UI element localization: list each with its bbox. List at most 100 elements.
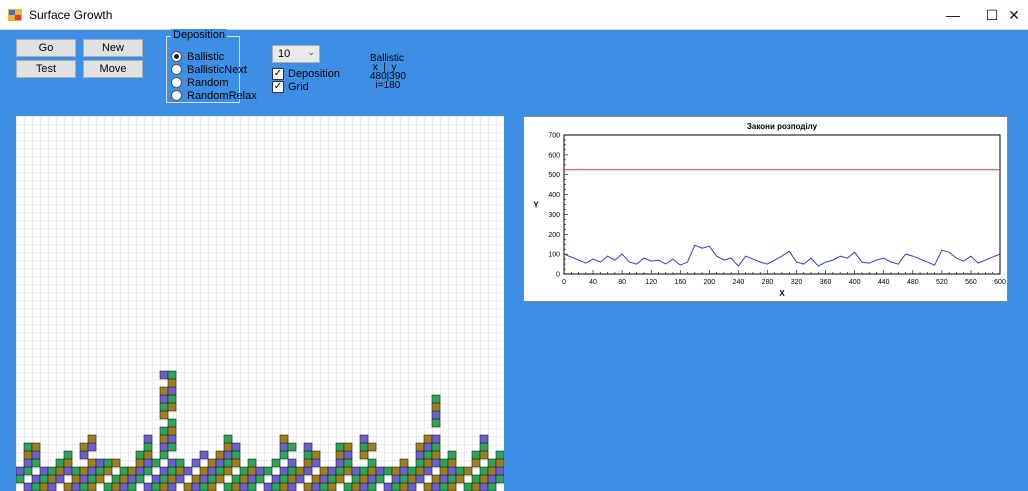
- deposited-particle: [391, 466, 401, 476]
- deposited-particle: [263, 466, 273, 476]
- x-tick-label: 320: [791, 279, 803, 286]
- radio-random-relax[interactable]: RandomRelax: [171, 89, 257, 102]
- deposited-particle: [127, 482, 137, 491]
- deposited-particle: [223, 482, 233, 491]
- deposited-particle: [87, 434, 97, 444]
- deposited-particle: [423, 458, 433, 468]
- deposited-particle: [423, 434, 433, 444]
- deposited-particle: [175, 466, 185, 476]
- deposited-particle: [79, 466, 89, 476]
- deposited-particle: [231, 442, 241, 452]
- deposited-particle: [167, 458, 177, 468]
- deposited-particle: [215, 450, 225, 460]
- deposited-particle: [359, 466, 369, 476]
- deposited-particle: [159, 386, 169, 396]
- deposited-particle: [31, 458, 41, 468]
- deposited-particle: [223, 458, 233, 468]
- deposited-particle: [487, 482, 497, 491]
- y-tick-label: 200: [548, 232, 560, 239]
- deposited-particle: [383, 482, 393, 491]
- close-button[interactable]: ✕: [1000, 0, 1028, 30]
- deposited-particle: [415, 466, 425, 476]
- deposited-particle: [383, 466, 393, 476]
- deposited-particle: [167, 466, 177, 476]
- deposited-particle: [367, 482, 377, 491]
- x-tick-label: 0: [562, 279, 566, 286]
- deposited-particle: [431, 394, 441, 404]
- deposited-particle: [215, 458, 225, 468]
- deposited-particle: [159, 402, 169, 412]
- deposited-particle: [223, 450, 233, 460]
- deposited-particle: [231, 458, 241, 468]
- deposited-particle: [311, 458, 321, 468]
- step-combo[interactable]: 10 ⌄: [272, 45, 320, 63]
- deposited-particle: [79, 450, 89, 460]
- radio-label: Ballistic: [187, 50, 225, 63]
- deposited-particle: [343, 482, 353, 491]
- deposited-particle: [439, 482, 449, 491]
- deposited-particle: [167, 434, 177, 444]
- deposited-particle: [287, 466, 297, 476]
- deposited-particle: [87, 458, 97, 468]
- x-tick-label: 600: [994, 279, 1006, 286]
- deposited-particle: [359, 482, 369, 491]
- deposited-particle: [199, 482, 209, 491]
- radio-button-icon[interactable]: [171, 77, 182, 88]
- deposited-particle: [415, 458, 425, 468]
- deposited-particle: [463, 466, 473, 476]
- info-iteration: i=180: [370, 80, 401, 91]
- deposited-particle: [39, 482, 49, 491]
- deposited-particle: [119, 474, 129, 484]
- deposited-particle: [359, 442, 369, 452]
- radio-button-icon[interactable]: [171, 90, 182, 101]
- deposited-particle: [63, 458, 73, 468]
- radio-button-icon[interactable]: [171, 51, 182, 62]
- radio-ballistic[interactable]: Ballistic: [171, 50, 224, 63]
- deposited-particle: [279, 450, 289, 460]
- deposited-particle: [263, 482, 273, 491]
- chart-title: Закони розподілу: [747, 122, 818, 131]
- deposited-particle: [367, 466, 377, 476]
- deposited-particle: [71, 482, 81, 491]
- radio-label: BallisticNext: [187, 63, 247, 76]
- checkbox-checked-icon[interactable]: ✓: [272, 67, 284, 80]
- deposited-particle: [399, 474, 409, 484]
- deposited-particle: [359, 474, 369, 484]
- new-button[interactable]: New: [83, 39, 143, 57]
- deposited-particle: [271, 474, 281, 484]
- deposited-particle: [423, 442, 433, 452]
- deposition-grid-panel[interactable]: [16, 116, 504, 491]
- deposited-particle: [463, 482, 473, 491]
- radio-ballistic-next[interactable]: BallisticNext: [171, 63, 247, 76]
- deposited-particle: [231, 482, 241, 491]
- go-button[interactable]: Go: [16, 39, 76, 57]
- window-title: Surface Growth: [29, 8, 113, 22]
- chevron-down-icon[interactable]: ⌄: [307, 47, 315, 58]
- deposited-particle: [207, 482, 217, 491]
- deposited-particle: [47, 474, 57, 484]
- deposited-particle: [175, 474, 185, 484]
- deposited-particle: [303, 482, 313, 491]
- x-tick-label: 400: [849, 279, 861, 286]
- deposited-particle: [95, 466, 105, 476]
- deposited-particle: [167, 482, 177, 491]
- deposited-particle: [479, 450, 489, 460]
- deposited-particle: [223, 434, 233, 444]
- deposited-particle: [423, 482, 433, 491]
- test-button[interactable]: Test: [16, 60, 76, 78]
- deposited-particle: [151, 458, 161, 468]
- deposited-particle: [487, 466, 497, 476]
- checkbox-checked-icon[interactable]: ✓: [272, 80, 284, 93]
- deposited-particle: [255, 466, 265, 476]
- deposited-particle: [215, 474, 225, 484]
- deposited-particle: [335, 474, 345, 484]
- move-button[interactable]: Move: [83, 60, 143, 78]
- deposited-particle: [319, 474, 329, 484]
- radio-button-icon[interactable]: [171, 64, 182, 75]
- deposited-particle: [455, 474, 465, 484]
- radio-random[interactable]: Random: [171, 76, 229, 89]
- deposited-particle: [287, 458, 297, 468]
- deposition-checkbox-row[interactable]: ✓ Deposition: [272, 67, 340, 80]
- deposited-particle: [359, 450, 369, 460]
- grid-checkbox-row[interactable]: ✓ Grid: [272, 80, 309, 93]
